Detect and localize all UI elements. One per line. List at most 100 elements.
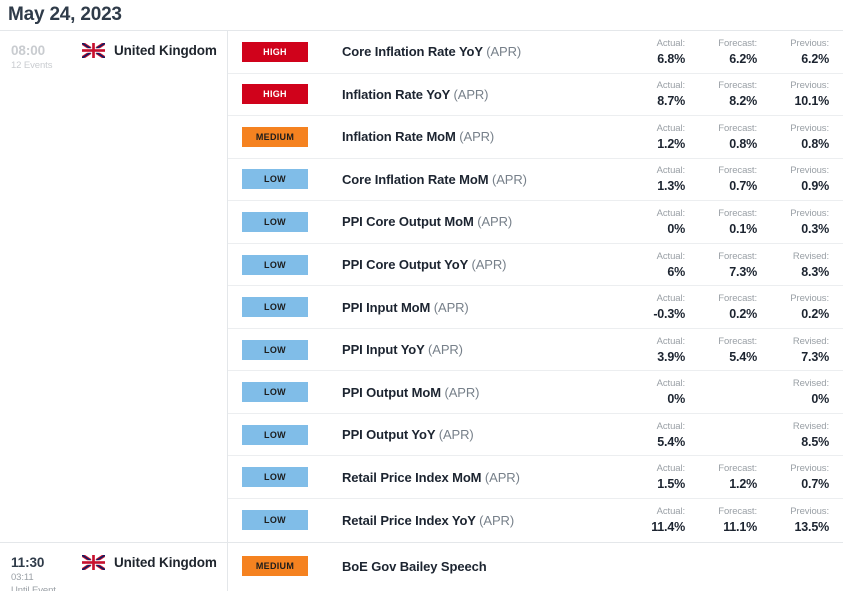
stat-cell: Previous: 13.5%: [761, 505, 833, 535]
impact-badge[interactable]: LOW: [242, 467, 308, 488]
event-row[interactable]: MEDIUM BoE Gov Bailey Speech: [228, 542, 843, 590]
stat-label: Forecast:: [718, 506, 757, 518]
stat-label: Actual:: [656, 335, 685, 347]
impact-badge[interactable]: LOW: [242, 424, 308, 445]
event-name: PPI Input YoY: [342, 342, 425, 358]
time-block: 08:00 12 Events: [0, 43, 82, 72]
stat-cell: Previous: 0.2%: [761, 292, 833, 322]
event-name: BoE Gov Bailey Speech: [342, 558, 487, 574]
countdown-label: Until Event: [11, 584, 56, 591]
event-row[interactable]: LOW PPI Input YoY (APR) Actual: 3.9% Forecas…: [228, 328, 843, 372]
stat-cell: Forecast: 0.7%: [689, 164, 761, 194]
impact-badge[interactable]: HIGH: [242, 41, 308, 62]
event-stats: Actual: 1.3% Forecast: 0.7% Previous: 0.9%: [617, 164, 843, 194]
impact-badge[interactable]: MEDIUM: [242, 556, 308, 577]
stat-value: 0.2%: [801, 307, 829, 322]
stat-value: 10.1%: [794, 94, 830, 109]
event-period: (APR): [479, 512, 515, 528]
stat-cell: Previous: 0.3%: [761, 207, 833, 237]
stat-value: 0.3%: [801, 221, 829, 236]
time-block: 11:30 03:11 Until Event: [0, 555, 82, 591]
stat-cell: Forecast: 8.2%: [689, 79, 761, 109]
event-time: 11:30: [11, 554, 45, 570]
event-stats: Actual: 6% Forecast: 7.3% Revised: 8.3%: [617, 250, 843, 280]
calendar-groups: 08:00 12 Events United Kingdom HIGH Core In…: [0, 30, 843, 591]
impact-badge[interactable]: HIGH: [242, 84, 308, 105]
event-stats: Actual: 1.5% Forecast: 1.2% Previous: 0.7%: [617, 462, 843, 492]
impact-badge[interactable]: MEDIUM: [242, 126, 308, 147]
impact-badge[interactable]: LOW: [242, 510, 308, 531]
stat-label: Forecast:: [718, 293, 757, 305]
stat-value: 0.9%: [801, 179, 829, 194]
impact-badge[interactable]: LOW: [242, 211, 308, 232]
event-row[interactable]: LOW Retail Price Index YoY (APR) Actual: 11…: [228, 499, 843, 542]
event-row[interactable]: LOW PPI Core Output MoM (APR) Actual: 0% For…: [228, 201, 843, 244]
event-period: (APR): [492, 171, 527, 187]
event-title[interactable]: PPI Input MoM (APR): [308, 300, 617, 315]
country-block[interactable]: United Kingdom: [82, 43, 217, 58]
impact-badge[interactable]: LOW: [242, 382, 308, 403]
event-period: (APR): [486, 44, 522, 60]
stat-value: 6.2%: [729, 51, 757, 66]
stat-label: Previous:: [790, 293, 829, 305]
stat-label: Actual:: [656, 37, 685, 49]
event-title[interactable]: PPI Input YoY (APR): [308, 342, 617, 357]
event-title[interactable]: PPI Core Output MoM (APR): [308, 214, 617, 229]
impact-badge[interactable]: LOW: [242, 297, 308, 318]
event-row[interactable]: MEDIUM Inflation Rate MoM (APR) Actual: 1.2…: [228, 116, 843, 159]
event-title[interactable]: Core Inflation Rate YoY (APR): [308, 44, 617, 59]
stat-value: 0.2%: [729, 307, 757, 322]
stat-label: Actual:: [656, 250, 685, 262]
event-name: PPI Output YoY: [342, 427, 436, 443]
uk-flag-icon: [82, 554, 105, 570]
event-row[interactable]: LOW PPI Core Output YoY (APR) Actual: 6% For…: [228, 243, 843, 287]
countdown-timer: 03:11: [11, 571, 34, 583]
stat-cell: Previous: 6.2%: [761, 37, 833, 67]
event-row[interactable]: LOW PPI Output YoY (APR) Actual: 5.4% Revise…: [228, 413, 843, 457]
event-row[interactable]: LOW Retail Price Index MoM (APR) Actual: 1.…: [228, 456, 843, 500]
event-row[interactable]: HIGH Inflation Rate YoY (APR) Actual: 8.7% F…: [228, 73, 843, 117]
country-block[interactable]: United Kingdom: [82, 554, 217, 570]
stat-label: Actual:: [656, 165, 685, 177]
event-row[interactable]: LOW PPI Output MoM (APR) Actual: 0% Revised:…: [228, 371, 843, 414]
stat-cell: Forecast: 0.2%: [689, 292, 761, 322]
event-stats: Actual: 0% Revised: 0%: [617, 377, 843, 407]
events-column: MEDIUM BoE Gov Bailey Speech: [228, 542, 843, 591]
event-title[interactable]: Inflation Rate MoM (APR): [308, 129, 617, 144]
stat-cell: Actual: 6.8%: [617, 37, 689, 67]
event-row[interactable]: LOW Core Inflation Rate MoM (APR) Actual: 1…: [228, 158, 843, 202]
impact-badge[interactable]: LOW: [242, 254, 308, 275]
stat-cell: Actual: -0.3%: [617, 292, 689, 322]
impact-badge[interactable]: LOW: [242, 169, 308, 190]
country-name: United Kingdom: [114, 554, 217, 570]
stat-value: 0.7%: [729, 179, 757, 194]
stat-label: Forecast:: [718, 37, 757, 49]
event-period: (APR): [438, 427, 474, 443]
stat-label: Previous:: [790, 80, 829, 92]
event-title[interactable]: Inflation Rate YoY (APR): [308, 87, 617, 102]
impact-badge[interactable]: LOW: [242, 339, 308, 360]
event-title[interactable]: PPI Output MoM (APR): [308, 385, 617, 400]
event-title[interactable]: PPI Core Output YoY (APR): [308, 257, 617, 272]
event-row[interactable]: HIGH Core Inflation Rate YoY (APR) Actual:…: [228, 31, 843, 74]
stat-label: Forecast:: [718, 463, 757, 475]
event-title[interactable]: Retail Price Index MoM (APR): [308, 470, 617, 485]
event-title[interactable]: BoE Gov Bailey Speech: [308, 559, 833, 574]
calendar-day-group: 08:00 12 Events United Kingdom HIGH Core In…: [0, 30, 843, 542]
event-stats: Actual: 11.4% Forecast: 11.1% Previous: 13.5%: [617, 505, 843, 535]
stat-value: 6.8%: [657, 51, 685, 66]
stat-cell: Revised: 7.3%: [761, 335, 833, 365]
event-period: (APR): [459, 129, 495, 145]
event-title[interactable]: Retail Price Index YoY (APR): [308, 513, 617, 528]
event-row[interactable]: LOW PPI Input MoM (APR) Actual: -0.3% Foreca…: [228, 286, 843, 329]
events-column: HIGH Core Inflation Rate YoY (APR) Actual:…: [228, 31, 843, 542]
stat-value: 13.5%: [794, 520, 830, 535]
stat-value: 8.7%: [657, 94, 685, 109]
event-title[interactable]: PPI Output YoY (APR): [308, 427, 617, 442]
stat-cell: Previous: 0.9%: [761, 164, 833, 194]
event-title[interactable]: Core Inflation Rate MoM (APR): [308, 172, 617, 187]
stat-value: 5.4%: [657, 434, 685, 449]
stat-label: Previous:: [790, 506, 829, 518]
stat-label: Actual:: [656, 122, 685, 134]
event-name: PPI Core Output MoM: [342, 214, 474, 230]
